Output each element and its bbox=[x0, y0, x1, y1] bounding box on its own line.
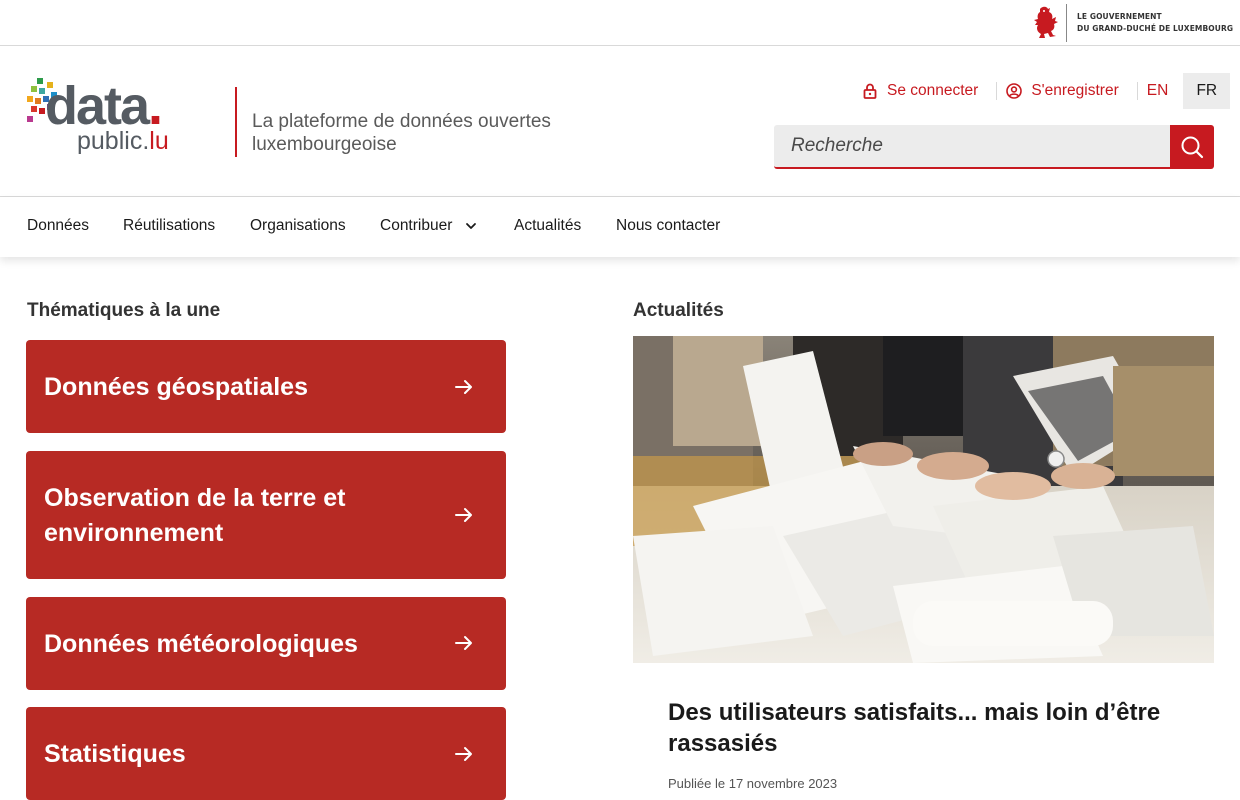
lion-icon bbox=[1034, 6, 1058, 38]
theme-card-meteorological[interactable]: Données météorologiques bbox=[26, 597, 506, 690]
divider bbox=[1136, 82, 1138, 100]
main-navigation: Données Réutilisations Organisations Con… bbox=[0, 197, 1240, 257]
nav-item-contribuer[interactable]: Contribuer bbox=[380, 217, 480, 235]
news-section-title: Actualités bbox=[633, 300, 724, 321]
search-button[interactable] bbox=[1170, 125, 1214, 169]
logo-pixel bbox=[27, 116, 33, 122]
logo-pixel bbox=[27, 96, 33, 102]
arrow-right-icon bbox=[455, 747, 472, 761]
nav-item-contact[interactable]: Nous contacter bbox=[616, 217, 720, 235]
search-input[interactable] bbox=[774, 125, 1171, 169]
user-actions: Se connecter S'enregistrer EN FR bbox=[862, 73, 1231, 109]
site-header: data. public.lu La plateforme de données… bbox=[0, 46, 1240, 197]
theme-card-geospatial[interactable]: Données géospatiales bbox=[26, 340, 506, 433]
nav-item-actualites[interactable]: Actualités bbox=[514, 217, 581, 235]
government-name: LE GOUVERNEMENT DU GRAND-DUCHÉ DE LUXEMB… bbox=[1077, 11, 1233, 35]
government-logo[interactable]: LE GOUVERNEMENT DU GRAND-DUCHÉ DE LUXEMB… bbox=[1032, 4, 1233, 42]
logo-word-public: public.lu bbox=[77, 126, 169, 156]
logo-pixel bbox=[37, 78, 43, 84]
logo-pixel bbox=[31, 86, 37, 92]
news-article-date: Publiée le 17 novembre 2023 bbox=[668, 776, 838, 791]
theme-label: Données météorologiques bbox=[44, 630, 358, 658]
theme-card-statistics[interactable]: Statistiques bbox=[26, 707, 506, 800]
nav-item-organisations[interactable]: Organisations bbox=[250, 217, 346, 235]
login-link[interactable]: Se connecter bbox=[862, 82, 996, 100]
news-image[interactable] bbox=[633, 336, 1214, 663]
gov-line-1: LE GOUVERNEMENT bbox=[1077, 12, 1162, 21]
user-circle-icon bbox=[1006, 83, 1023, 99]
search-icon bbox=[1181, 136, 1204, 159]
divider bbox=[996, 82, 998, 100]
nav-item-contribuer-label: Contribuer bbox=[380, 217, 453, 234]
register-label: S'enregistrer bbox=[1031, 82, 1119, 99]
arrow-right-icon bbox=[455, 508, 472, 522]
gov-divider bbox=[1066, 4, 1067, 42]
site-tagline: La plateforme de données ouvertes luxemb… bbox=[252, 111, 551, 155]
theme-card-earth-observation[interactable]: Observation de la terre et environnement bbox=[26, 451, 506, 579]
login-label: Se connecter bbox=[887, 82, 979, 99]
theme-label: Observation de la terre et environnement bbox=[44, 484, 346, 547]
news-article-title[interactable]: Des utilisateurs satisfaits... mais loin… bbox=[668, 697, 1208, 759]
nav-item-donnees[interactable]: Données bbox=[27, 217, 89, 235]
logo-pixel bbox=[35, 98, 41, 104]
gov-line-2: DU GRAND-DUCHÉ DE LUXEMBOURG bbox=[1077, 24, 1234, 33]
language-fr-button[interactable]: FR bbox=[1183, 73, 1231, 109]
site-logo[interactable]: data. public.lu bbox=[27, 76, 187, 158]
theme-label: Données géospatiales bbox=[44, 373, 308, 401]
header-separator bbox=[235, 87, 237, 157]
lock-icon bbox=[863, 83, 877, 99]
government-bar: LE GOUVERNEMENT DU GRAND-DUCHÉ DE LUXEMB… bbox=[0, 0, 1240, 46]
register-link[interactable]: S'enregistrer bbox=[1006, 82, 1136, 100]
arrow-right-icon bbox=[455, 380, 472, 394]
logo-pixel bbox=[31, 106, 37, 112]
logo-public-text: public. bbox=[77, 127, 150, 155]
logo-lu-text: lu bbox=[149, 127, 169, 155]
news-photo bbox=[633, 336, 1214, 663]
arrow-right-icon bbox=[455, 636, 472, 650]
chevron-down-icon bbox=[466, 223, 477, 229]
themes-title: Thématiques à la une bbox=[27, 300, 221, 321]
language-en-button[interactable]: EN bbox=[1147, 82, 1184, 100]
nav-item-reutilisations[interactable]: Réutilisations bbox=[123, 217, 215, 235]
theme-label: Statistiques bbox=[44, 740, 186, 768]
